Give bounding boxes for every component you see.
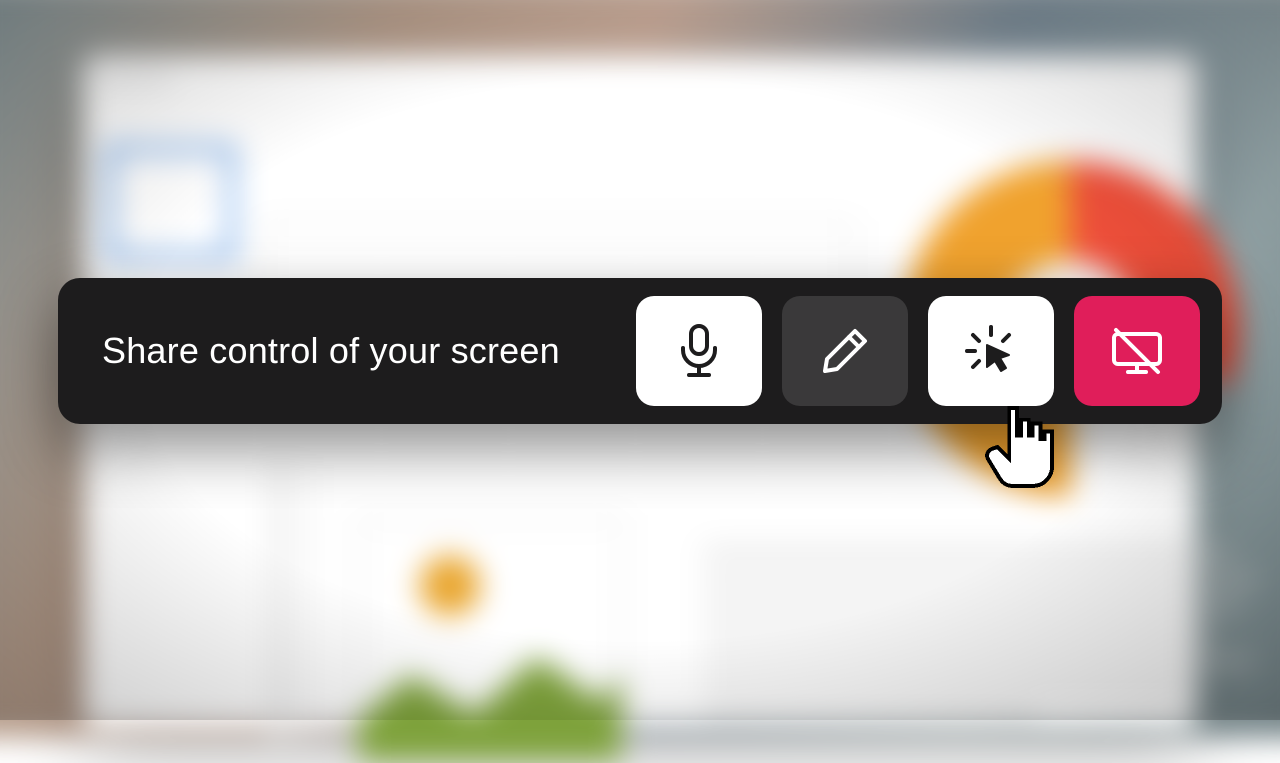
toolbar-buttons <box>636 296 1200 406</box>
remote-control-button[interactable] <box>928 296 1054 406</box>
microphone-icon <box>674 323 724 379</box>
slide-thumbnail <box>107 146 235 259</box>
text-lines <box>703 549 1260 719</box>
ruler <box>304 465 310 738</box>
stop-share-icon <box>1108 326 1166 376</box>
cursor-click-icon <box>963 323 1019 379</box>
microphone-button[interactable] <box>636 296 762 406</box>
stop-sharing-button[interactable] <box>1074 296 1200 406</box>
draw-button[interactable] <box>782 296 908 406</box>
image-placeholder <box>356 518 623 763</box>
toolbar-title: Share control of your screen <box>102 330 636 372</box>
window-traffic-lights <box>102 72 167 87</box>
ruler <box>273 465 286 738</box>
pencil-icon <box>819 325 871 377</box>
screen-share-toolbar: Share control of your screen <box>58 278 1222 424</box>
